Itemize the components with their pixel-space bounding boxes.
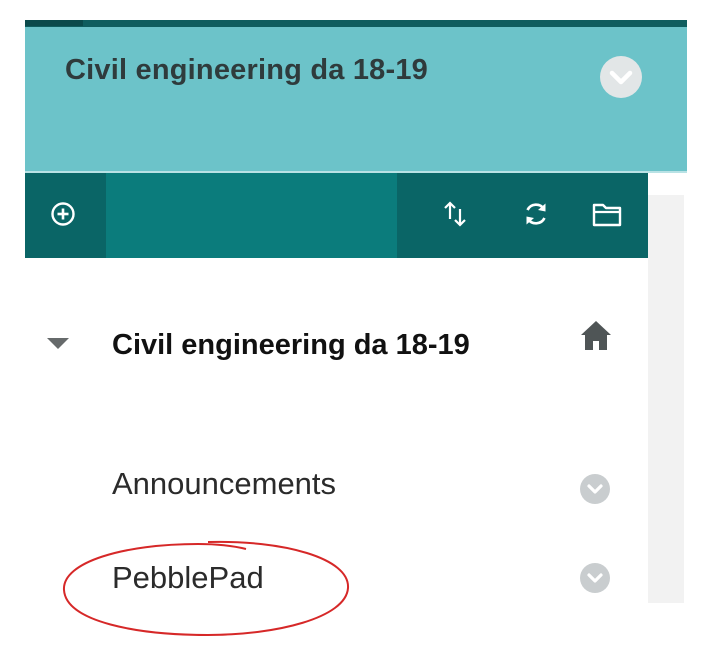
folder-icon[interactable] [589,196,625,232]
red-circle-annotation [58,536,354,640]
plus-circle-icon[interactable] [45,196,81,232]
toolbar-actions [397,173,648,258]
course-options-chevron-icon[interactable] [600,56,642,98]
course-title[interactable]: Civil engineering da 18-19 [65,54,428,87]
menu-item-announcements[interactable]: Announcements [112,466,336,502]
toolbar-add-section [25,173,106,258]
content-frame-edge-top [648,173,684,195]
menu-heading[interactable]: Civil engineering da 18-19 [112,318,567,373]
top-strip [25,20,687,27]
home-icon[interactable] [578,318,614,354]
top-strip-tab [25,20,83,26]
course-menu-page: Civil engineering da 18-19 Civil enginee… [0,0,704,664]
announcements-options-chevron-icon[interactable] [580,474,610,504]
collapse-triangle-icon[interactable] [47,338,69,349]
content-frame-edge [648,173,684,603]
course-header [25,27,687,173]
pebblepad-options-chevron-icon[interactable] [580,563,610,593]
refresh-icon[interactable] [518,196,554,232]
sort-arrows-icon[interactable] [437,196,473,232]
menu-toolbar [25,173,648,258]
